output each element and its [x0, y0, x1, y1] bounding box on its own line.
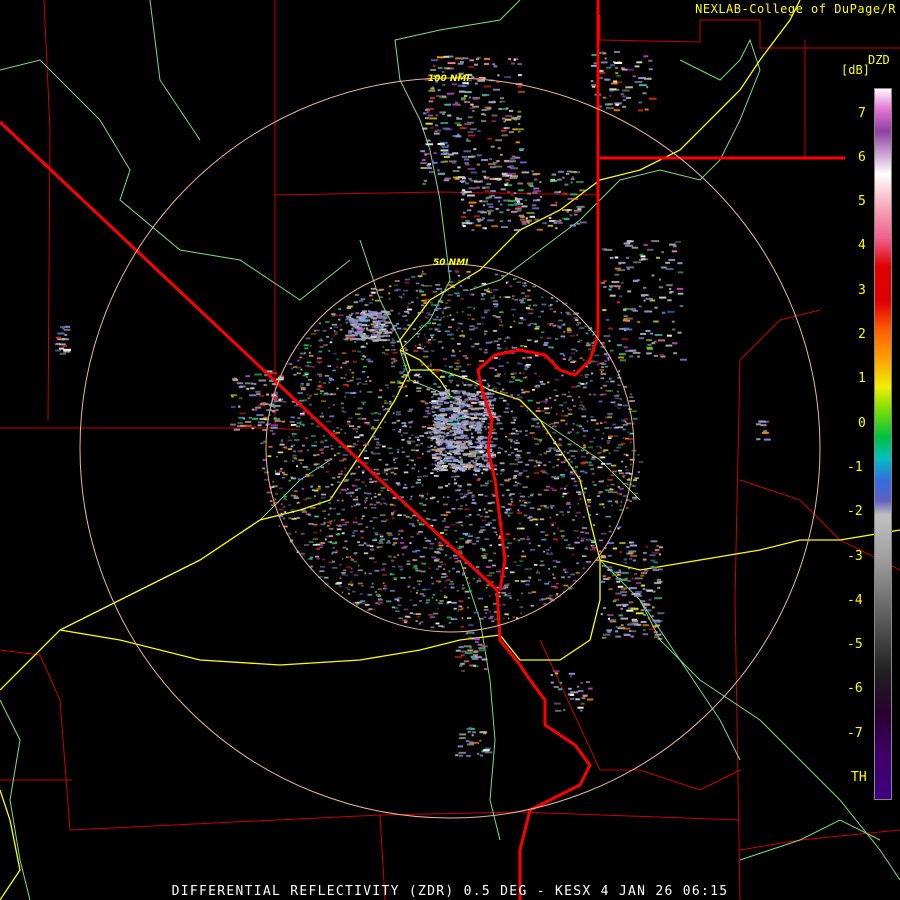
legend-tick: -6: [847, 681, 863, 696]
radar-map: [0, 0, 900, 900]
legend-units: [dB]: [841, 63, 870, 77]
legend-tick: 4: [858, 238, 866, 253]
legend-tick: 6: [858, 150, 866, 165]
legend-tick: 7: [858, 106, 866, 121]
legend-tick: 3: [858, 283, 866, 298]
legend-tick: 5: [858, 194, 866, 209]
product-caption: DIFFERENTIAL REFLECTIVITY (ZDR) 0.5 DEG …: [171, 884, 729, 899]
legend-tick: -2: [847, 504, 863, 519]
legend-tick: TH: [851, 770, 867, 785]
legend-tick: -5: [847, 637, 863, 652]
legend-tick: -4: [847, 593, 863, 608]
source-credit: NEXLAB-College of DuPage/R: [695, 2, 896, 16]
legend-tick: 1: [858, 371, 866, 386]
legend-tick: 0: [858, 416, 866, 431]
legend-tick: -1: [847, 460, 863, 475]
legend-tick: 2: [858, 327, 866, 342]
colorbar: [874, 88, 892, 800]
legend-tick: -3: [847, 549, 863, 564]
legend-tick: -7: [847, 726, 863, 741]
range-ring-label-50: 50 NMI: [433, 258, 469, 268]
product-code: DZD: [868, 53, 890, 67]
range-ring-label-100: 100 NMI: [428, 74, 470, 84]
